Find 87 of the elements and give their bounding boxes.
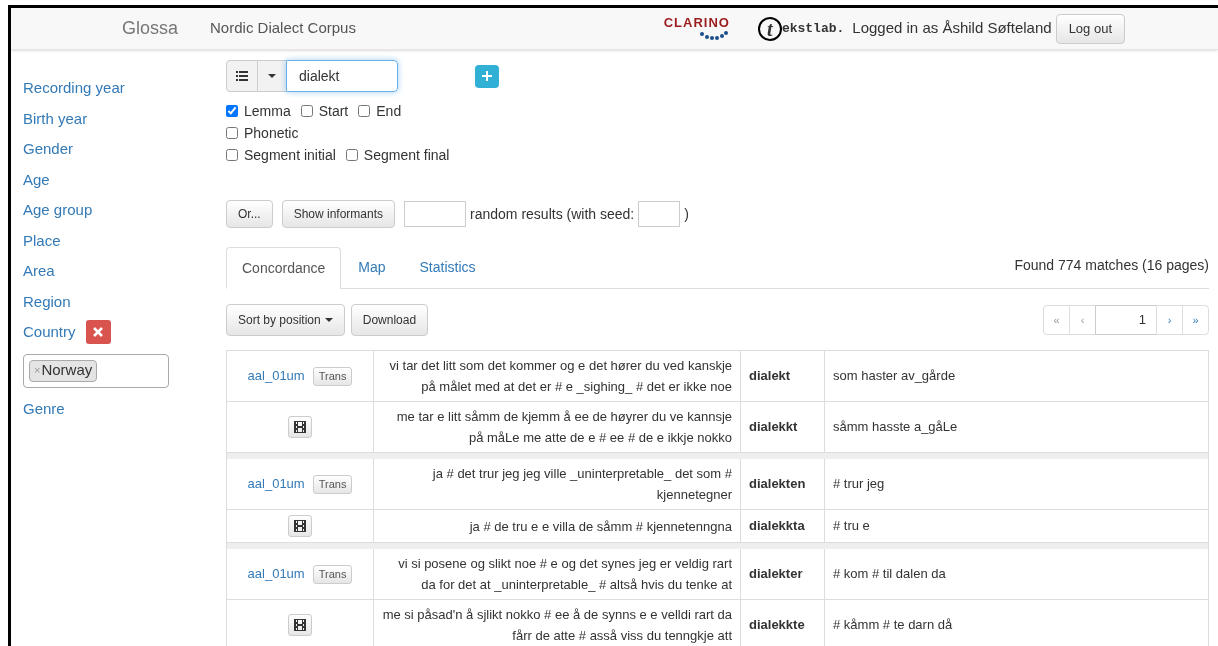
checkbox[interactable] <box>345 149 358 161</box>
checkbox-label: Segment initial <box>244 145 336 165</box>
trans-button[interactable]: Trans <box>312 366 353 386</box>
add-button[interactable] <box>475 64 499 88</box>
left-context-text: ja # det trur jeg jeg ville _uninterpretable_ det som # kjennetegner <box>431 465 732 504</box>
left-context-text: me si påsad'n å sjlikt nokko # ee å de synns e e velldi rart da fårr de atte # asså viss du tenngkje att <box>382 606 732 645</box>
result-tab[interactable]: Concordance <box>226 247 342 289</box>
seed-field[interactable] <box>638 201 681 227</box>
caret-icon <box>268 74 276 78</box>
sidebar-filter-link[interactable]: Genre <box>23 397 65 420</box>
sidebar-filter-link[interactable]: Age <box>23 168 50 191</box>
informant-link[interactable]: aal_01um <box>247 366 305 386</box>
right-context-text: # kåmm # te darn då <box>833 616 953 635</box>
closing-paren: ) <box>684 204 689 224</box>
sidebar-filter-link[interactable]: Gender <box>23 138 74 161</box>
sidebar-filter-link[interactable]: Birth year <box>23 107 88 130</box>
right-context-text: såmm hasste a_gåLe <box>833 418 958 437</box>
sidebar-filter-link[interactable]: Area <box>23 260 55 283</box>
search-field[interactable]: dialekt <box>286 60 398 92</box>
last-page-button[interactable]: » <box>1182 305 1209 335</box>
sidebar-filter-link[interactable]: Age group <box>23 199 93 222</box>
brand-title[interactable]: Glossa <box>122 15 179 42</box>
logout-button[interactable]: Log out <box>1055 13 1125 44</box>
remove-filter-button[interactable] <box>85 320 111 345</box>
right-context-text: # tru e <box>833 517 870 536</box>
sidebar-filter-link[interactable]: Region <box>23 290 71 313</box>
match-count: Found 774 matches (16 pages) <box>1014 256 1209 275</box>
match-keyword: dialekkta <box>749 517 805 536</box>
random-label: random results (with seed: <box>470 204 635 224</box>
film-icon <box>294 520 306 532</box>
tag-select-field[interactable]: ×Norway <box>23 353 169 388</box>
match-keyword: dialekten <box>749 475 806 494</box>
left-context-text: vi tar det litt som det kommer og e det hører du ved kanskje på målet med at det er # e _sighing_ # det er ikke noe <box>388 357 732 396</box>
right-context-text: som haster av_gårde <box>833 367 956 386</box>
corpus-name: Nordic Dialect Corpus <box>210 18 356 39</box>
left-context-text: me tar e litt såmm de kjemm å ee de høyrer du ve kannsje på måLe me atte de e # ee # de e ikkje nokko <box>395 408 732 447</box>
left-context-text: ja # de tru e e villa de såmm # kjennetenngna <box>469 517 732 536</box>
checkbox-label: Phonetic <box>244 123 299 143</box>
page-number-field[interactable]: 1 <box>1095 305 1157 335</box>
checkbox[interactable] <box>226 127 238 139</box>
sidebar-filter-link[interactable]: Place <box>23 229 61 252</box>
result-tab[interactable]: Statistics <box>402 246 493 288</box>
checkbox-label: End <box>376 101 402 121</box>
user-label: Logged in as Åshild Søfteland <box>852 18 1052 39</box>
trans-button[interactable]: Trans <box>312 564 353 584</box>
list-icon <box>236 71 248 81</box>
match-keyword: dialekt <box>749 367 791 386</box>
left-context-text: vi si posene og slikt noe # e og det synes jeg er veldig rart da for det at _uninterpretable_ # altså hvis du tenke at <box>397 555 732 594</box>
match-keyword: dialekkt <box>749 418 798 437</box>
right-context-text: # kom # til dalen da <box>833 565 946 584</box>
checkbox[interactable] <box>358 105 371 117</box>
checkbox[interactable] <box>226 105 238 117</box>
match-keyword: dialekkte <box>749 616 805 635</box>
dropdown-toggle[interactable] <box>258 60 286 92</box>
film-icon <box>294 619 306 631</box>
checkbox-label: Segment final <box>363 145 450 165</box>
download-button[interactable]: Download <box>350 304 429 336</box>
video-button[interactable] <box>288 416 312 438</box>
checkbox[interactable] <box>300 105 313 117</box>
caret-icon <box>324 318 333 322</box>
next-page-button[interactable]: › <box>1156 305 1183 335</box>
informant-link[interactable]: aal_01um <box>247 564 305 584</box>
sidebar-filter-link[interactable]: Country <box>23 321 76 344</box>
film-icon <box>294 421 306 433</box>
video-button[interactable] <box>288 614 312 636</box>
right-context-text: # trur jeg <box>833 475 885 494</box>
sort-button[interactable]: Sort by position <box>226 304 345 336</box>
close-icon <box>93 327 104 338</box>
show-informants-button[interactable]: Show informants <box>281 200 396 228</box>
plus-icon <box>482 71 492 81</box>
checkbox[interactable] <box>226 149 238 161</box>
tekstlab-logo: t ekstlab. <box>757 16 845 41</box>
trans-button[interactable]: Trans <box>312 474 353 494</box>
previous-page-button[interactable]: ‹ <box>1069 305 1096 335</box>
result-tab[interactable]: Map <box>341 246 403 288</box>
first-page-button[interactable]: « <box>1043 305 1070 335</box>
checkbox-label: Lemma <box>244 101 291 121</box>
random-count-field[interactable] <box>404 201 467 227</box>
match-keyword: dialekter <box>749 565 803 584</box>
or-button[interactable]: Or... <box>226 200 273 228</box>
checkbox-label: Start <box>318 101 349 121</box>
list-mode-button[interactable] <box>226 60 258 92</box>
informant-link[interactable]: aal_01um <box>247 474 305 494</box>
video-button[interactable] <box>288 515 312 537</box>
tag-label: Norway <box>41 360 93 381</box>
sidebar-filter-link[interactable]: Recording year <box>23 77 125 100</box>
clarino-logo: CLARINO <box>663 14 730 43</box>
